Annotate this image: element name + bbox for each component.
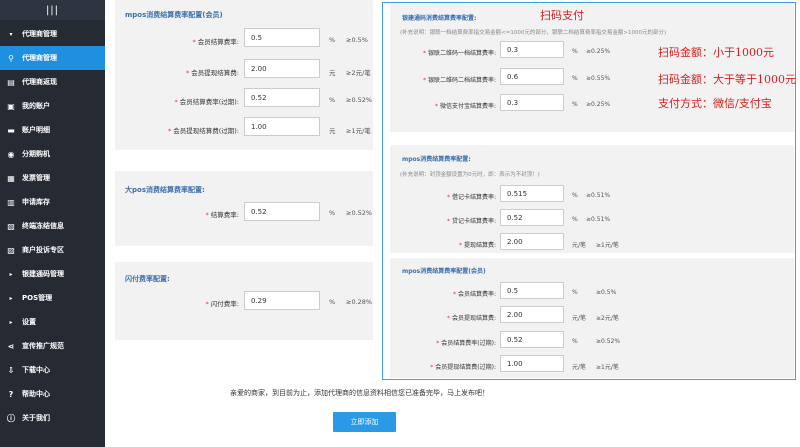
sidebar-item-installment[interactable]: ◉ 分期购机	[0, 142, 105, 166]
sidebar-item-label: 发票管理	[22, 174, 50, 182]
flash-pay-rate-input[interactable]: 0.29	[244, 291, 320, 310]
sidebar-group-pos[interactable]: ▸ POS管理	[0, 286, 105, 310]
range-hint: ≥2元/笔	[346, 69, 371, 77]
sidebar-item-label: 商户投诉专区	[22, 246, 64, 254]
sidebar-item-promotion[interactable]: ⋖ 宣传推广规范	[0, 334, 105, 358]
caret-right-icon: ▸	[9, 318, 13, 326]
sidebar-item-label: 代理商管理	[22, 30, 57, 38]
range-hint: ≥0.52%	[346, 96, 373, 104]
unit-label: %	[329, 209, 336, 217]
sidebar-item-terminal-freeze[interactable]: ▧ 终端冻结信息	[0, 214, 105, 238]
caret-right-icon: ▸	[9, 270, 13, 278]
account-icon: ▣	[7, 101, 15, 111]
panel-title: 闪付费率配置:	[125, 275, 170, 283]
sidebar-group-agent[interactable]: ▾ 代理商管理	[0, 22, 105, 46]
annotation-scan-pay: 扫码支付	[540, 9, 584, 22]
field-label: * 结算费率:	[205, 211, 239, 219]
sidebar-group-qrcode[interactable]: ▸ 银建通码管理	[0, 262, 105, 286]
sidebar-item-label: 分期购机	[22, 150, 50, 158]
info-icon: ⓘ	[7, 413, 15, 423]
sidebar-item-label: 帮助中心	[22, 390, 50, 398]
sidebar: ||| ▾ 代理商管理 ⚲ 代理商管理 ▤ 代理商返现 ▣ 我的账户 ▬ 账户明细 ◉ 分期…	[0, 0, 105, 447]
submit-button[interactable]: 立即添加	[333, 412, 396, 432]
annotation-pay-method: 支付方式：微信/支付宝	[658, 97, 772, 110]
sidebar-item-cashback[interactable]: ▤ 代理商返现	[0, 70, 105, 94]
sidebar-item-label: 设置	[22, 318, 36, 326]
sidebar-item-account-detail[interactable]: ▬ 账户明细	[0, 118, 105, 142]
range-hint: ≥0.5%	[346, 36, 368, 44]
member-rate-input[interactable]: 0.5	[244, 28, 320, 47]
sidebar-item-label: 银建通码管理	[22, 270, 64, 278]
mpos-member-panel: mpos消费结算费率配置(会员) * 会员结算费率: 0.5 % ≥0.5% * 会…	[115, 0, 373, 150]
field-label: * 会员结算费率:	[192, 38, 239, 46]
sidebar-item-inventory[interactable]: ▥ 申请库存	[0, 190, 105, 214]
field-label: * 闪付费率:	[205, 300, 239, 308]
share-icon: ⋖	[7, 341, 15, 351]
download-icon: ⇩	[7, 365, 15, 375]
sidebar-group-settings[interactable]: ▸ 设置	[0, 310, 105, 334]
sidebar-item-help[interactable]: ? 帮助中心	[0, 382, 105, 406]
terminal-icon: ▧	[7, 221, 15, 231]
footer-message: 亲爱的商家，到目前为止，添加代理商的信息资料相信您已准备完毕，马上发布吧！	[230, 389, 489, 397]
sidebar-item-label: 代理商管理	[22, 54, 57, 62]
sidebar-item-label: 代理商返现	[22, 78, 57, 86]
invoice-icon: ▦	[7, 173, 15, 183]
annotation-amount-under: 扫码金额：小于1000元	[658, 46, 774, 59]
sidebar-item-label: POS管理	[22, 294, 53, 302]
card-icon: ▬	[7, 125, 15, 135]
member-withdraw-fee-expired-input[interactable]: 1.00	[244, 117, 320, 136]
caret-right-icon: ▸	[9, 294, 13, 302]
unit-label: 元	[329, 127, 336, 135]
sidebar-item-label: 申请库存	[22, 198, 50, 206]
sidebar-item-label: 终端冻结信息	[22, 222, 64, 230]
unit-label: %	[329, 96, 336, 104]
big-pos-panel: 大pos消费结算费率配置: * 结算费率: 0.52 % ≥0.52%	[115, 171, 373, 246]
sidebar-item-invoice[interactable]: ▦ 发票管理	[0, 166, 105, 190]
sidebar-item-agent-manage[interactable]: ⚲ 代理商管理	[0, 46, 105, 70]
flash-pay-panel: 闪付费率配置: * 闪付费率: 0.29 % ≥0.28%	[115, 262, 373, 340]
sidebar-item-my-account[interactable]: ▣ 我的账户	[0, 94, 105, 118]
sidebar-item-complaints[interactable]: ▨ 商户投诉专区	[0, 238, 105, 262]
list-icon: ▤	[7, 77, 15, 87]
annotation-amount-over: 扫码金额：大于等于1000元	[658, 73, 796, 86]
field-label: * 会员提现结算费:	[186, 69, 239, 77]
big-pos-rate-input[interactable]: 0.52	[244, 202, 320, 221]
caret-down-icon: ▾	[9, 30, 13, 38]
help-icon: ?	[8, 389, 14, 399]
panel-title: 大pos消费结算费率配置:	[125, 186, 205, 194]
member-rate-expired-input[interactable]: 0.52	[244, 88, 320, 107]
unit-label: 元	[329, 69, 336, 77]
range-hint: ≥0.28%	[346, 298, 373, 306]
member-withdraw-fee-input[interactable]: 2.00	[244, 59, 320, 78]
org-icon: ⚲	[8, 53, 14, 63]
field-label: * 会员提现结算费(过期):	[167, 127, 239, 135]
unit-label: %	[329, 36, 336, 44]
sidebar-item-label: 宣传推广规范	[22, 342, 64, 350]
circle-icon: ◉	[7, 149, 15, 159]
sidebar-item-download[interactable]: ⇩ 下载中心	[0, 358, 105, 382]
sidebar-item-label: 关于我们	[22, 414, 50, 422]
panel-title: mpos消费结算费率配置(会员)	[125, 11, 223, 19]
sidebar-item-about[interactable]: ⓘ 关于我们	[0, 406, 105, 430]
range-hint: ≥0.52%	[346, 209, 373, 217]
sidebar-item-label: 账户明细	[22, 126, 50, 134]
field-label: * 会员结算费率(过期):	[174, 98, 239, 106]
sidebar-item-label: 下载中心	[22, 366, 50, 374]
menu-toggle-icon[interactable]: |||	[0, 0, 105, 20]
range-hint: ≥1元/笔	[346, 127, 371, 135]
sidebar-item-label: 我的账户	[22, 102, 50, 110]
complaint-icon: ▨	[7, 245, 15, 255]
unit-label: %	[329, 298, 336, 306]
inventory-icon: ▥	[7, 197, 15, 207]
